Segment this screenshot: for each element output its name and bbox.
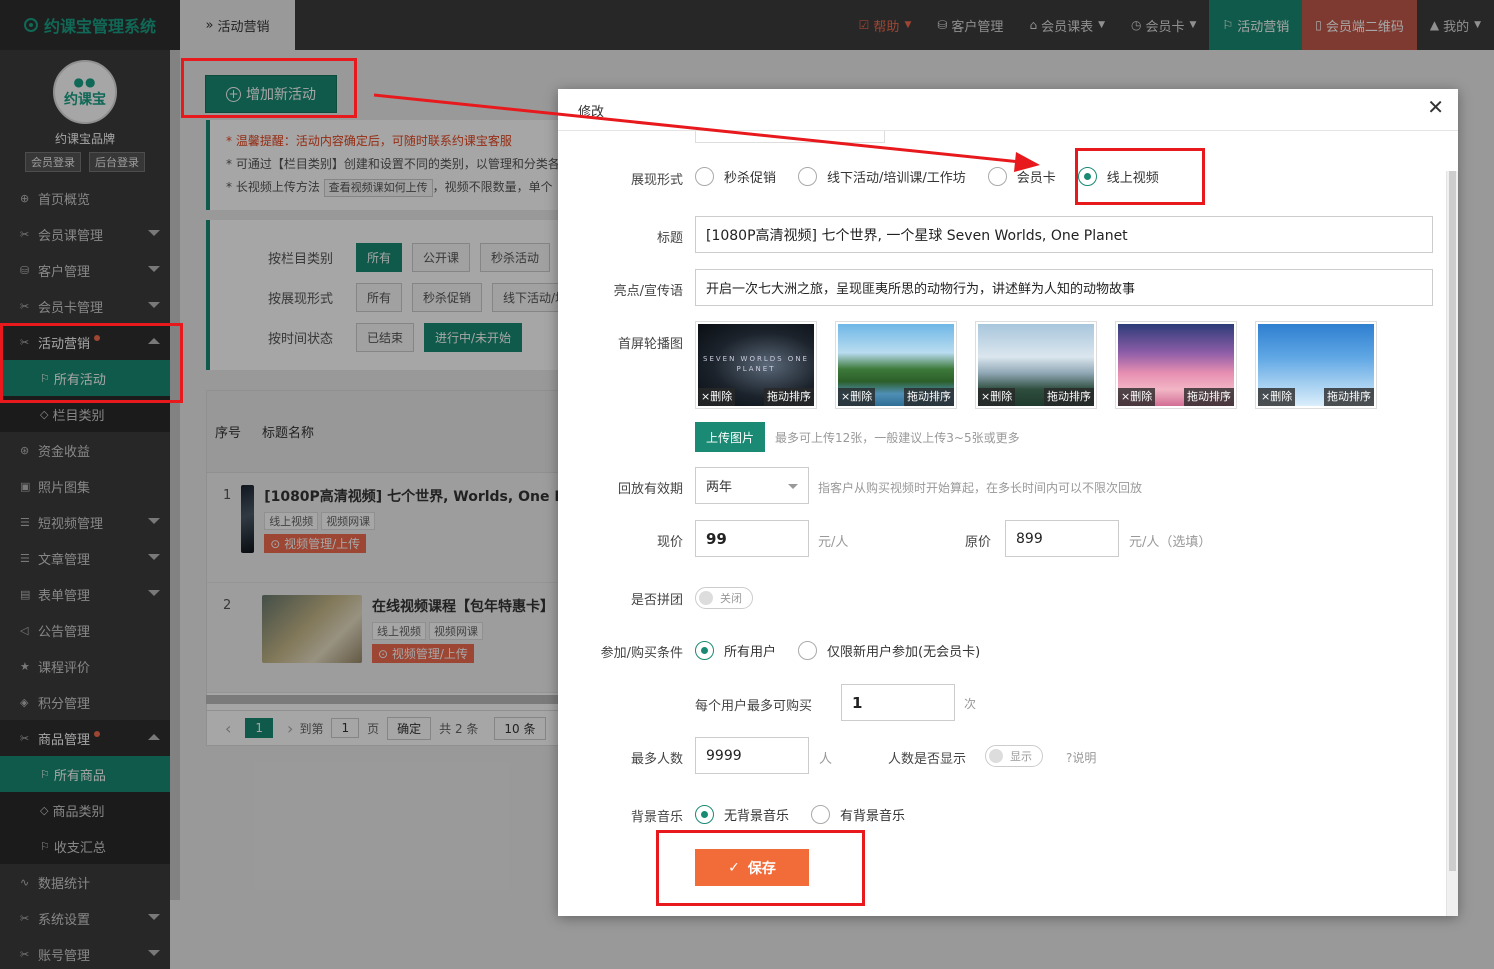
close-icon[interactable]: ✕ [1427,97,1444,117]
show-count-label: 人数是否显示 [888,752,967,767]
scrollbar-thumb[interactable] [1449,171,1456,871]
radio-option[interactable]: 线下活动/培训课/工作坊 [798,167,966,186]
drag-sort-handle[interactable]: 拖动排序 [1044,388,1094,406]
toggle-knob [699,591,713,605]
radio-label: 秒杀促销 [724,171,777,186]
replay-label: 回放有效期 [617,482,683,497]
max-buy-input[interactable]: 1 [841,684,955,721]
banner-logo-text: SEVEN WORLDS ONE PLANET [703,355,809,373]
scrolled-field-edge [695,131,885,143]
show-count-toggle-text: 显示 [1010,750,1032,763]
radio-circle-icon [695,167,714,186]
banner-image[interactable]: ×删除 拖动排序 [1255,321,1377,409]
orig-price-unit: 元/人（选填） [1129,535,1212,550]
radio-label: 无背景音乐 [724,809,790,824]
chevron-down-icon [788,484,798,489]
banner-image-actions: ×删除 拖动排序 [978,388,1094,406]
banner-image[interactable]: SEVEN WORLDS ONE PLANET ×删除 拖动排序 [695,321,817,409]
music-radio-group: 无背景音乐 有背景音乐 [695,805,927,824]
replay-select-value: 两年 [706,480,733,495]
radio-circle-icon [695,805,714,824]
modal-scrollbar[interactable] [1446,171,1458,916]
radio-circle-icon [695,641,714,660]
radio-circle-icon [987,167,1007,186]
radio-circle-icon [798,641,818,660]
delete-image-button[interactable]: ×删除 [838,388,876,406]
radio-option[interactable]: 会员卡 [987,167,1056,186]
radio-circle-icon [798,167,818,186]
price-unit: 元/人 [818,535,849,550]
replay-hint: 指客户从购买视频时开始算起，在多长时间内可以不限次回放 [818,481,1143,495]
delete-image-button[interactable]: ×删除 [1258,388,1296,406]
delete-image-button[interactable]: ×删除 [1118,388,1156,406]
banner-image[interactable]: ×删除 拖动排序 [835,321,957,409]
explain-link[interactable]: ?说明 [1066,749,1096,766]
radio-option[interactable]: 有背景音乐 [811,805,905,824]
radio-label: 所有用户 [724,645,777,660]
radio-option[interactable]: 所有用户 [695,641,776,660]
banner-image[interactable]: ×删除 拖动排序 [975,321,1097,409]
condition-radio-group: 所有用户 仅限新用户参加(无会员卡) [695,641,1002,660]
radio-label: 有背景音乐 [840,809,906,824]
edit-modal: 修改 ✕ 展现形式 秒杀促销 线下活动/培训课/工作坊 会员卡 线上视频 标题 [10… [558,89,1458,916]
banner-image-actions: ×删除 拖动排序 [1258,388,1374,406]
replay-select[interactable]: 两年 [695,467,809,504]
modal-title: 修改 [578,105,605,120]
banner-image-actions: ×删除 拖动排序 [838,388,954,406]
radio-label: 仅限新用户参加(无会员卡) [827,645,981,660]
banner-image-actions: ×删除 拖动排序 [1118,388,1234,406]
show-count-toggle[interactable]: 显示 [985,745,1043,767]
group-toggle-text: 关闭 [720,592,742,605]
upload-hint: 最多可上传12张，一般建议上传3~5张或更多 [775,431,1020,445]
toggle-knob [989,749,1003,763]
annotation-box-add [181,58,357,118]
price-input[interactable]: 99 [695,520,809,557]
group-toggle[interactable]: 关闭 [695,587,753,609]
upload-image-button[interactable]: 上传图片 [695,422,765,452]
music-label: 背景音乐 [630,810,683,825]
drag-sort-handle[interactable]: 拖动排序 [1324,388,1374,406]
radio-label: 会员卡 [1016,171,1056,186]
radio-circle-icon [811,805,831,824]
max-people-label: 最多人数 [630,752,683,767]
max-people-input[interactable]: 9999 [695,737,809,774]
orig-price-input[interactable]: 899 [1005,520,1119,557]
banner-gallery: SEVEN WORLDS ONE PLANET ×删除 拖动排序 ×删除 拖动排序 ×删除… [695,321,1377,409]
price-label: 现价 [656,535,683,550]
modal-header: 修改 ✕ [558,89,1458,131]
title-label: 标题 [656,231,683,246]
annotation-box-online-video [1075,148,1205,205]
max-buy-unit: 次 [964,697,977,711]
radio-option[interactable]: 仅限新用户参加(无会员卡) [798,641,980,660]
drag-sort-handle[interactable]: 拖动排序 [764,388,814,406]
max-buy-label: 每个用户最多可购买 [695,699,813,714]
max-people-unit: 人 [819,752,833,767]
drag-sort-handle[interactable]: 拖动排序 [1184,388,1234,406]
banner-label: 首屏轮播图 [617,337,683,352]
slogan-label: 亮点/宣传语 [613,284,683,299]
delete-image-button[interactable]: ×删除 [698,388,736,406]
radio-option[interactable]: 无背景音乐 [695,805,789,824]
banner-image[interactable]: ×删除 拖动排序 [1115,321,1237,409]
display-label: 展现形式 [630,173,683,188]
radio-label: 线下活动/培训课/工作坊 [827,171,966,186]
title-input[interactable]: [1080P高清视频] 七个世界, 一个星球 Seven Worlds, One… [695,216,1433,253]
radio-option[interactable]: 秒杀促销 [695,167,776,186]
slogan-input[interactable]: 开启一次七大洲之旅，呈现匪夷所思的动物行为，讲述鲜为人知的动物故事 [695,269,1433,306]
banner-image-actions: ×删除 拖动排序 [698,388,814,406]
delete-image-button[interactable]: ×删除 [978,388,1016,406]
annotation-box-sidebar [0,323,183,403]
orig-price-label: 原价 [965,535,992,550]
annotation-box-save [656,830,865,906]
condition-label: 参加/购买条件 [600,646,683,661]
drag-sort-handle[interactable]: 拖动排序 [904,388,954,406]
group-label: 是否拼团 [630,593,683,608]
